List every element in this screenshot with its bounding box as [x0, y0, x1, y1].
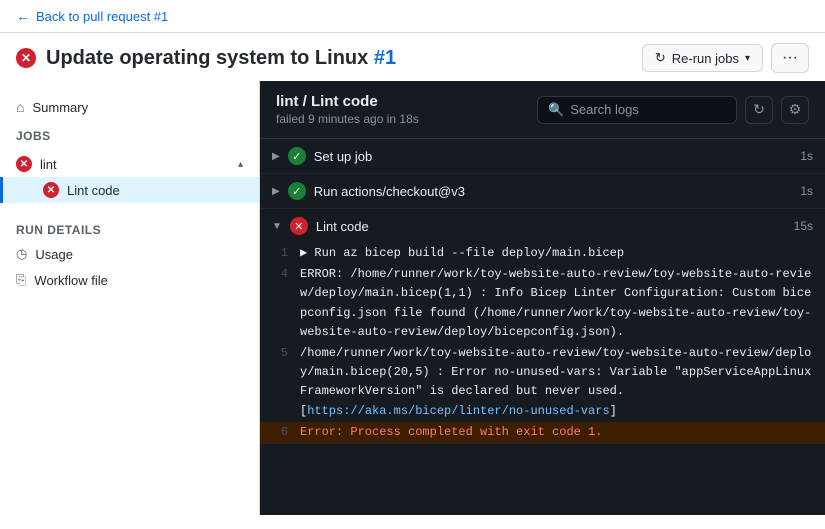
job-lint-error-icon: ✕	[16, 156, 32, 172]
log-title-block: lint / Lint code failed 9 minutes ago in…	[276, 93, 419, 126]
step-checkout-success-icon: ✓	[288, 182, 306, 200]
log-header: lint / Lint code failed 9 minutes ago in…	[260, 81, 825, 139]
step-setup-success-icon: ✓	[288, 147, 306, 165]
step-checkout-header[interactable]: ▶ ✓ Run actions/checkout@v3 1s	[260, 174, 825, 208]
line-content-5: /home/runner/work/toy-website-auto-revie…	[300, 344, 825, 421]
step-setup-name: Set up job	[314, 149, 373, 164]
page-title-text: Update operating system to Linux	[46, 47, 368, 69]
top-bar: ← Back to pull request #1	[0, 0, 825, 33]
step-checkout-duration: 1s	[800, 184, 813, 198]
line-content-1: ▶ Run az bicep build --file deploy/main.…	[300, 244, 636, 263]
search-input[interactable]	[570, 102, 726, 117]
back-link-label: Back to pull request #1	[36, 9, 168, 24]
more-options-button[interactable]: ···	[771, 43, 809, 73]
home-icon: ⌂	[16, 99, 24, 115]
jobs-list: ✕ lint ▴ ✕ Lint code	[0, 151, 259, 203]
log-title-text: lint / Lint code	[276, 93, 419, 110]
back-link[interactable]: ← Back to pull request #1	[16, 8, 809, 24]
page-title-issue-num: #1	[374, 47, 396, 69]
table-row: 5 /home/runner/work/toy-website-auto-rev…	[260, 343, 825, 422]
usage-label: Usage	[35, 247, 73, 262]
sub-job-lint-code[interactable]: ✕ Lint code	[0, 177, 259, 203]
sidebar-item-workflow-file[interactable]: ⎘ Workflow file	[0, 267, 259, 293]
search-icon: 🔍	[548, 102, 564, 118]
line-content-6: Error: Process completed with exit code …	[300, 423, 614, 442]
step-lint-header[interactable]: ▼ ✕ Lint code 15s	[260, 209, 825, 243]
line-num-6: 6	[260, 423, 300, 442]
line-content-4: ERROR: /home/runner/work/toy-website-aut…	[300, 265, 825, 342]
run-details-label: Run details	[0, 215, 259, 241]
sub-job-error-icon: ✕	[43, 182, 59, 198]
job-lint-left: ✕ lint	[16, 156, 57, 172]
step-checkout-chevron-icon: ▶	[272, 186, 280, 197]
step-setup-chevron-icon: ▶	[272, 151, 280, 162]
refresh-button[interactable]: ↻	[745, 96, 773, 124]
step-lint-error-icon: ✕	[290, 217, 308, 235]
log-body: ▶ ✓ Set up job 1s ▶ ✓ Run actions/checko…	[260, 139, 825, 515]
job-lint-chevron-icon: ▴	[238, 159, 243, 170]
gear-icon: ⚙	[789, 101, 802, 118]
line-num-5: 5	[260, 344, 300, 363]
summary-label: Summary	[32, 100, 88, 115]
step-lint-duration: 15s	[794, 219, 813, 233]
step-lint-chevron-down-icon: ▼	[272, 221, 282, 232]
back-arrow-icon: ←	[16, 8, 30, 24]
more-icon: ···	[782, 49, 798, 66]
rerun-label: Re-run jobs	[672, 51, 739, 66]
step-setup: ▶ ✓ Set up job 1s	[260, 139, 825, 174]
sub-job-label: Lint code	[67, 183, 120, 198]
main-layout: ⌂ Summary Jobs ✕ lint ▴ ✕ Lint code Run …	[0, 81, 825, 515]
rerun-icon: ↻	[655, 50, 666, 66]
step-lint: ▼ ✕ Lint code 15s 1 ▶ Run az bicep build…	[260, 209, 825, 444]
search-box: 🔍	[537, 96, 737, 124]
linter-link[interactable]: https://aka.ms/bicep/linter/no-unused-va…	[307, 404, 609, 418]
step-checkout: ▶ ✓ Run actions/checkout@v3 1s	[260, 174, 825, 209]
table-row: 1 ▶ Run az bicep build --file deploy/mai…	[260, 243, 825, 264]
log-header-right: 🔍 ↻ ⚙	[537, 96, 809, 124]
settings-button[interactable]: ⚙	[781, 96, 809, 124]
run-details-section: Run details ◷ Usage ⎘ Workflow file	[0, 215, 259, 293]
sidebar-item-usage[interactable]: ◷ Usage	[0, 241, 259, 267]
step-lint-left: ▼ ✕ Lint code	[272, 217, 369, 235]
log-panel: lint / Lint code failed 9 minutes ago in…	[260, 81, 825, 515]
step-setup-header[interactable]: ▶ ✓ Set up job 1s	[260, 139, 825, 173]
clock-icon: ◷	[16, 246, 27, 262]
sidebar: ⌂ Summary Jobs ✕ lint ▴ ✕ Lint code Run …	[0, 81, 260, 515]
step-lint-name: Lint code	[316, 219, 369, 234]
title-row: ✕ Update operating system to Linux #1 ↻ …	[0, 33, 825, 81]
job-lint[interactable]: ✕ lint ▴	[0, 151, 259, 177]
line-num-4: 4	[260, 265, 300, 284]
rerun-chevron-icon: ▾	[745, 53, 750, 64]
step-checkout-left: ▶ ✓ Run actions/checkout@v3	[272, 182, 465, 200]
step-setup-duration: 1s	[800, 149, 813, 163]
table-row: 4 ERROR: /home/runner/work/toy-website-a…	[260, 264, 825, 343]
step-checkout-name: Run actions/checkout@v3	[314, 184, 465, 199]
sidebar-item-summary[interactable]: ⌂ Summary	[0, 93, 259, 121]
refresh-icon: ↻	[753, 101, 765, 118]
line-num-1: 1	[260, 244, 300, 263]
file-icon: ⎘	[16, 272, 26, 288]
workflow-file-label: Workflow file	[34, 273, 107, 288]
step-setup-left: ▶ ✓ Set up job	[272, 147, 372, 165]
log-lines: 1 ▶ Run az bicep build --file deploy/mai…	[260, 243, 825, 443]
table-row: 6 Error: Process completed with exit cod…	[260, 422, 825, 443]
jobs-section-label: Jobs	[0, 121, 259, 147]
title-error-icon: ✕	[16, 48, 36, 68]
log-subtitle-text: failed 9 minutes ago in 18s	[276, 112, 419, 126]
title-actions: ↻ Re-run jobs ▾ ···	[642, 43, 809, 73]
rerun-jobs-button[interactable]: ↻ Re-run jobs ▾	[642, 44, 763, 72]
page-title: Update operating system to Linux #1	[46, 47, 396, 70]
job-lint-label: lint	[40, 157, 57, 172]
